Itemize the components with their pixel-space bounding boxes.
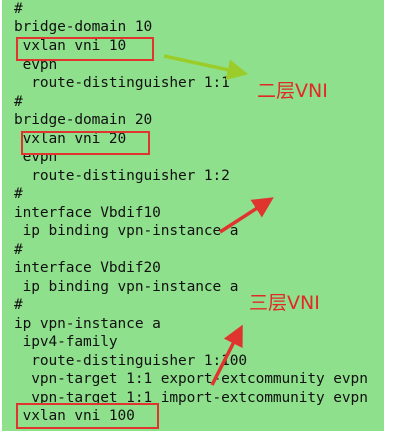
arrows-overlay [163,54,274,386]
arrow-red-lower-icon [210,324,243,386]
arrow-red-upper-icon [219,197,274,234]
arrow-green-icon [163,54,249,81]
config-terminal: # bridge-domain 10 vxlan vni 10 evpn rou… [2,0,384,431]
